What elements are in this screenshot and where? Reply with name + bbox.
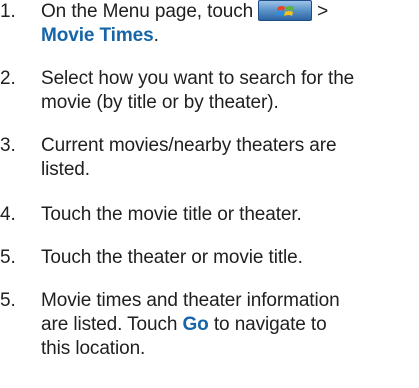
step-number: 5. (0, 290, 16, 311)
step-1: 1. On the Menu page, touch > Movie Times… (0, 0, 419, 48)
step-text-line1: Select how you want to search for the (41, 68, 355, 89)
step-text-line1: Current movies/nearby theaters are (41, 135, 337, 156)
step-text-line1: Movie times and theater information (41, 290, 340, 311)
step-2: 2. Select how you want to search for the… (0, 67, 419, 115)
movie-times-label: Movie Times (41, 25, 154, 46)
go-label: Go (182, 314, 209, 335)
instruction-page: 1. On the Menu page, touch > Movie Times… (0, 0, 419, 388)
step-text-line2-before: are listed. Touch (41, 314, 178, 335)
step-number: 1. (0, 1, 16, 22)
step-text-line2: listed. (41, 159, 90, 180)
step-text: On the Menu page, touch (41, 1, 254, 22)
step-text-line1: Touch the theater or movie title. (41, 247, 303, 268)
step-number: 5. (0, 247, 16, 268)
windows-flag-menu-icon (258, 0, 313, 21)
step-5b: 5. Movie times and theater information a… (0, 289, 419, 361)
step-separator: > (317, 1, 329, 22)
step-text-line2-after: to navigate to (213, 314, 327, 335)
step-text-line3: this location. (41, 338, 146, 359)
step-4: 4. Touch the movie title or theater. (0, 203, 419, 227)
step-number: 2. (0, 68, 16, 89)
step-text-end: . (153, 25, 159, 46)
step-text-line1: Touch the movie title or theater. (41, 204, 302, 225)
step-5a: 5. Touch the theater or movie title. (0, 246, 419, 270)
step-number: 3. (0, 135, 16, 156)
step-number: 4. (0, 204, 16, 225)
step-text-line2: movie (by title or by theater). (41, 92, 279, 113)
step-3: 3. Current movies/nearby theaters are li… (0, 134, 419, 182)
